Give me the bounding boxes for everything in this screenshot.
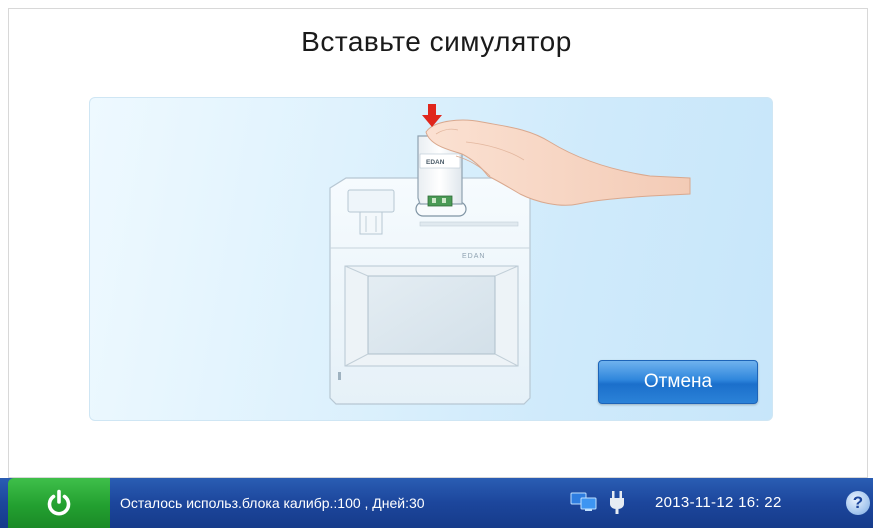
- cancel-button[interactable]: Отмена: [598, 360, 758, 404]
- date-time: 2013-11-12 16: 22: [655, 494, 782, 511]
- analyzer-device: EDAN: [329, 177, 531, 405]
- page-title: Вставьте симулятор: [301, 26, 572, 57]
- help-icon[interactable]: ?: [846, 491, 870, 515]
- svg-text:EDAN: EDAN: [426, 159, 445, 166]
- status-bar: Осталось использ.блока калибр.:100 , Дне…: [0, 478, 873, 528]
- calibration-status-text: Осталось использ.блока калибр.:100 , Дне…: [120, 495, 425, 511]
- power-plug-icon: [610, 491, 624, 514]
- svg-text:EDAN: EDAN: [462, 253, 485, 260]
- power-button[interactable]: [8, 478, 110, 528]
- network-icon: [570, 492, 597, 511]
- power-icon: [47, 489, 71, 516]
